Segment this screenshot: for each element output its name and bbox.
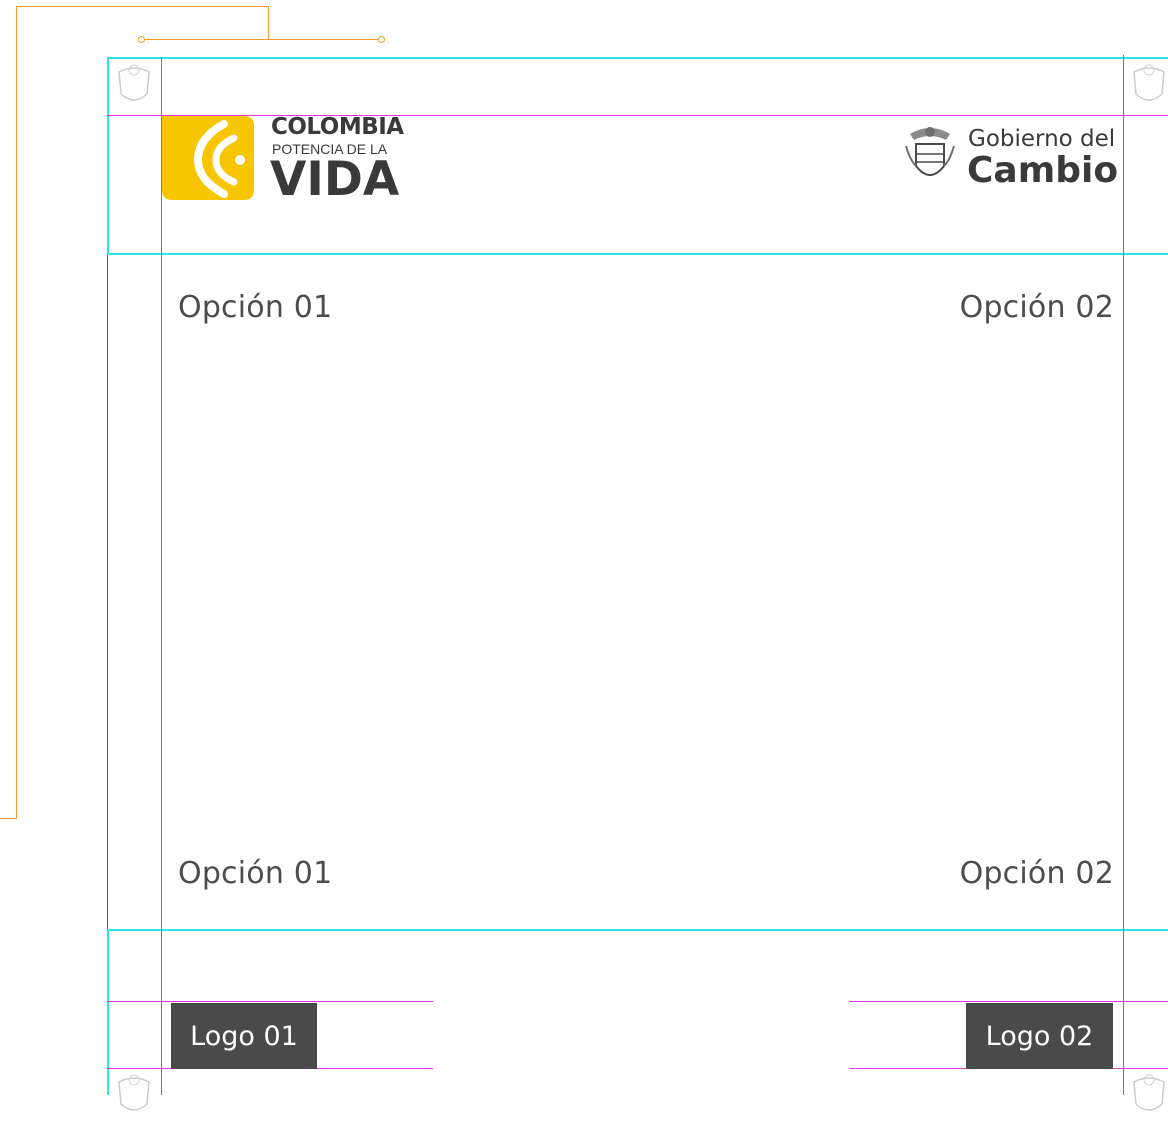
- guide-footer-logo-top-left: [107, 1001, 433, 1002]
- colombia-potencia-logo: COLOMBIA POTENCIA DE LA VIDA: [162, 114, 412, 207]
- seal-watermark-bottom-right: [1133, 1074, 1165, 1111]
- seal-watermark-bottom-left: [118, 1074, 150, 1111]
- colombia-wave-icon: [162, 116, 254, 200]
- seal-watermark-top-right: [1133, 64, 1165, 101]
- logo-02-placeholder: Logo 02: [966, 1003, 1113, 1069]
- header-frame-left: [107, 57, 109, 254]
- option-top-left: Opción 01: [178, 290, 333, 325]
- guide-right-margin: [1123, 55, 1124, 1095]
- vida-wordmark: VIDA: [270, 152, 400, 207]
- orange-connector-vertical: [16, 6, 17, 818]
- orange-connector-drop: [268, 6, 269, 39]
- colombia-title: COLOMBIA: [271, 114, 404, 140]
- orange-connector-bottom: [0, 818, 17, 819]
- header-frame-bottom: [107, 253, 1168, 255]
- guide-footer-logo-top-right: [849, 1001, 1168, 1002]
- orange-connector-bar: [141, 39, 381, 40]
- logo-01-placeholder: Logo 01: [171, 1003, 317, 1069]
- footer-frame-left: [107, 929, 109, 1095]
- orange-endpoint-right: [378, 36, 385, 43]
- option-bottom-right: Opción 02: [959, 856, 1114, 891]
- gobierno-del-cambio-logo: Gobierno del Cambio: [900, 124, 1125, 194]
- option-top-right: Opción 02: [959, 290, 1114, 325]
- option-bottom-left: Opción 01: [178, 856, 333, 891]
- orange-endpoint-left: [138, 36, 145, 43]
- guide-left-margin: [161, 57, 162, 1095]
- header-frame-top: [107, 57, 1168, 59]
- coat-of-arms-icon: [905, 127, 955, 176]
- gobierno-del-text: Gobierno del: [968, 126, 1116, 152]
- orange-connector-top: [16, 6, 268, 7]
- seal-watermark-top-left: [118, 64, 150, 101]
- footer-frame-top: [107, 929, 1168, 931]
- cambio-wordmark: Cambio: [967, 150, 1119, 191]
